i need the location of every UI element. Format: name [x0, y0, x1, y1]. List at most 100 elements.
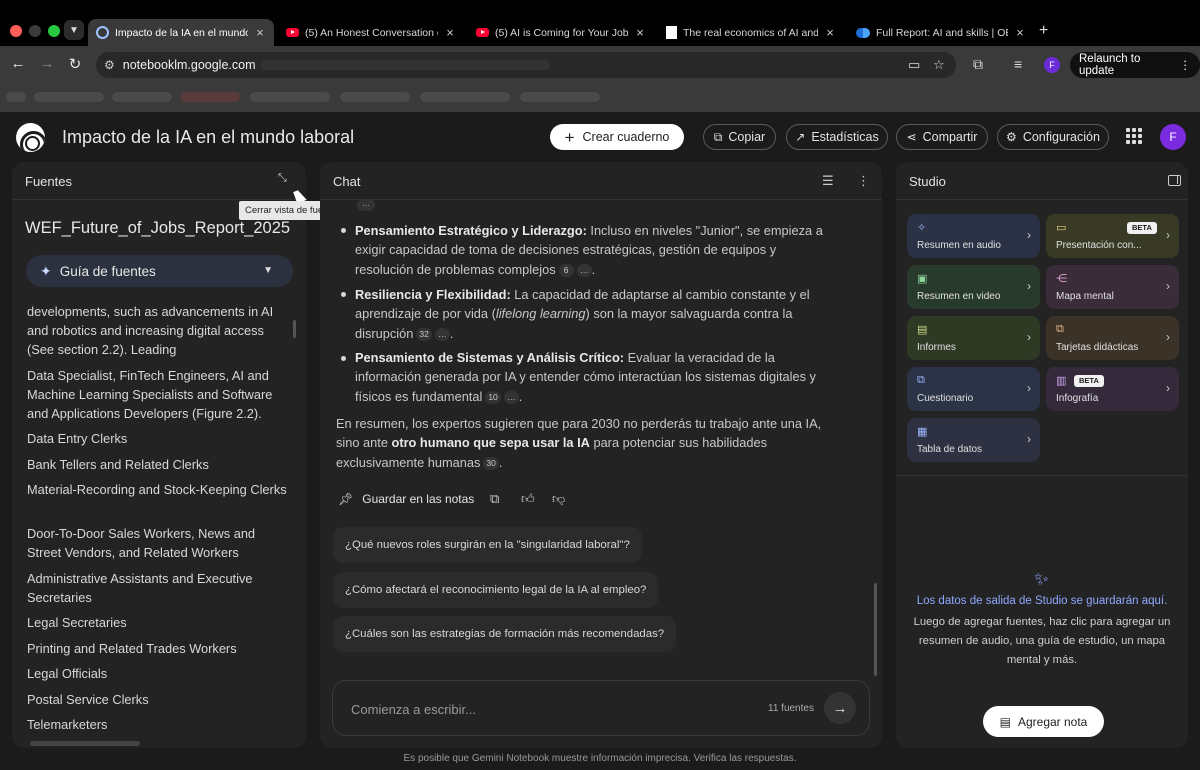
- save-to-notes-button[interactable]: 📌︎ Guardar en las notas: [338, 489, 474, 509]
- source-text-block: developments, such as advancements in AI…: [27, 304, 274, 357]
- studio-tile-audio[interactable]: ✧ Resumen en audio ›: [907, 214, 1040, 258]
- source-text-block: Data Specialist, FinTech Engineers, AI a…: [27, 368, 273, 421]
- forward-icon[interactable]: →: [38, 55, 56, 72]
- studio-title: Studio: [909, 174, 946, 189]
- share-button[interactable]: ⋖ Compartir: [896, 124, 988, 150]
- notebooklm-logo-icon[interactable]: [16, 123, 45, 152]
- browser-tab-youtube-2[interactable]: (5) AI is Coming for Your Job ×: [468, 19, 654, 46]
- note-icon: ▤: [999, 714, 1011, 729]
- tab-search-button[interactable]: ▼: [64, 20, 84, 40]
- citation-chip[interactable]: 30: [483, 456, 499, 470]
- chevron-right-icon: ›: [1027, 330, 1031, 344]
- copy-icon[interactable]: ⧉: [490, 491, 499, 507]
- bookmark-item[interactable]: [520, 92, 600, 102]
- bookmark-item[interactable]: [6, 92, 26, 102]
- citation-more-chip[interactable]: …: [503, 390, 519, 404]
- bullet-dot: [341, 228, 346, 233]
- chat-header: Chat: [320, 162, 882, 200]
- send-button[interactable]: →: [824, 692, 856, 724]
- extensions-icon[interactable]: ⧉: [973, 56, 983, 73]
- apps-grid-icon[interactable]: [1126, 128, 1142, 144]
- sources-scrollbar[interactable]: [293, 320, 296, 338]
- citation-more-chip[interactable]: …: [576, 263, 592, 277]
- bookmark-item[interactable]: [340, 92, 410, 102]
- site-settings-icon[interactable]: ⚙: [104, 58, 115, 72]
- browser-tab-notebook[interactable]: Impacto de la IA en el mundo laboral ×: [88, 19, 274, 46]
- bookmark-item[interactable]: [420, 92, 510, 102]
- add-note-button[interactable]: ▤ Agregar nota: [983, 706, 1104, 737]
- footer-disclaimer: Es posible que Gemini Notebook muestre i…: [403, 753, 797, 764]
- suggestion-chip[interactable]: ¿Cómo afectará el reconocimiento legal d…: [333, 572, 659, 608]
- account-avatar[interactable]: F: [1160, 124, 1186, 150]
- browser-tab-youtube-1[interactable]: (5) An Honest Conversation on AI ×: [278, 19, 464, 46]
- close-icon[interactable]: ×: [824, 25, 836, 40]
- thumbs-down-icon[interactable]: 👎︎: [552, 491, 565, 507]
- bullet-dot: [341, 292, 346, 297]
- citation-chip[interactable]: 32: [416, 327, 432, 341]
- relaunch-button[interactable]: Relaunch to update ⋮: [1070, 52, 1200, 78]
- chat-input[interactable]: Comienza a escribir... 11 fuentes: [332, 680, 870, 736]
- panel-toggle-icon[interactable]: [1168, 175, 1181, 186]
- bookmark-star-icon[interactable]: ☆: [933, 57, 945, 73]
- browser-tab-oecd[interactable]: Full Report: AI and skills | OECD ×: [848, 19, 1034, 46]
- thumbs-up-icon[interactable]: 👍︎: [521, 491, 535, 507]
- studio-tile-quiz[interactable]: ⧉ Cuestionario ›: [907, 367, 1040, 411]
- bookmark-item[interactable]: [250, 92, 330, 102]
- window-close-button[interactable]: [10, 25, 22, 37]
- more-vert-icon[interactable]: ⋮: [857, 173, 870, 189]
- url-path-blurred: [259, 60, 550, 70]
- browser-tab-economics[interactable]: The real economics of AI and jobs ×: [658, 19, 844, 46]
- citation-chip[interactable]: 6: [558, 263, 574, 277]
- notebook-title[interactable]: Impacto de la IA en el mundo laboral: [62, 127, 354, 148]
- source-guide-button[interactable]: ✦ Guía de fuentes ▼: [26, 255, 293, 287]
- browser-profile-avatar[interactable]: F: [1044, 57, 1060, 73]
- bookmark-item[interactable]: [112, 92, 172, 102]
- window-zoom-button[interactable]: [48, 25, 60, 37]
- citation-more-chip[interactable]: …: [434, 327, 450, 341]
- bookmark-item[interactable]: [34, 92, 104, 102]
- suggestion-chip[interactable]: ¿Qué nuevos roles surgirán en la "singul…: [333, 527, 642, 563]
- flashcards-icon: ⧉: [1056, 323, 1064, 335]
- studio-tile-reports[interactable]: ▤ Informes ›: [907, 316, 1040, 360]
- chat-bullet: Pensamiento de Sistemas y Análisis Críti…: [355, 350, 816, 404]
- chat-title: Chat: [333, 174, 361, 189]
- chevron-right-icon: ›: [1027, 279, 1031, 293]
- citation-chip[interactable]: 10: [485, 390, 501, 404]
- copy-button[interactable]: ⧉ Copiar: [703, 124, 776, 150]
- stats-button[interactable]: ↗ Estadísticas: [786, 124, 888, 150]
- studio-tile-flashcards[interactable]: ⧉ Tarjetas didácticas ›: [1046, 316, 1179, 360]
- new-tab-button[interactable]: +: [1039, 22, 1048, 40]
- chat-scrollbar[interactable]: [874, 583, 877, 676]
- collapse-source-icon[interactable]: ⤡: [278, 172, 287, 185]
- chevron-right-icon: ›: [1166, 381, 1170, 395]
- sources-horizontal-scrollbar[interactable]: [30, 741, 140, 746]
- source-list-item: Administrative Assistants and Executive …: [27, 571, 253, 605]
- close-icon[interactable]: ×: [634, 25, 646, 40]
- settings-button[interactable]: ⚙ Configuración: [997, 124, 1109, 150]
- close-icon[interactable]: ×: [254, 25, 266, 40]
- studio-empty-description: Luego de agregar fuentes, haz clic para …: [913, 616, 1171, 666]
- reload-icon[interactable]: ↻: [66, 55, 84, 73]
- window-minimize-button[interactable]: [29, 25, 41, 37]
- source-list-item: Data Entry Clerks: [27, 431, 128, 446]
- address-bar[interactable]: ⚙ notebooklm.google.com: [96, 52, 956, 78]
- close-icon[interactable]: ×: [1014, 25, 1026, 40]
- copy-icon: ⧉: [713, 129, 723, 144]
- create-notebook-button[interactable]: + Crear cuaderno: [550, 124, 684, 150]
- close-icon[interactable]: ×: [444, 25, 456, 40]
- oecd-icon: [856, 27, 870, 38]
- citation-chip[interactable]: …: [357, 199, 375, 211]
- studio-tile-infographic[interactable]: ▥ BETA Infografía ›: [1046, 367, 1179, 411]
- cast-icon[interactable]: ▭: [908, 57, 920, 73]
- chevron-right-icon: ›: [1027, 432, 1031, 446]
- tune-icon[interactable]: ☰: [822, 173, 834, 189]
- studio-tile-mindmap[interactable]: ⋲ Mapa mental ›: [1046, 265, 1179, 309]
- studio-tile-video[interactable]: ▣ Resumen en video ›: [907, 265, 1040, 309]
- chevron-right-icon: ›: [1027, 228, 1031, 242]
- back-icon[interactable]: ←: [9, 55, 27, 72]
- bookmark-item[interactable]: [180, 92, 240, 102]
- media-control-icon[interactable]: ≡: [1014, 56, 1022, 72]
- suggestion-chip[interactable]: ¿Cuáles son las estrategias de formación…: [333, 616, 677, 652]
- studio-tile-presentation[interactable]: ▭ BETA Presentación con... ›: [1046, 214, 1179, 258]
- studio-tile-datatable[interactable]: ▦ Tabla de datos ›: [907, 418, 1040, 462]
